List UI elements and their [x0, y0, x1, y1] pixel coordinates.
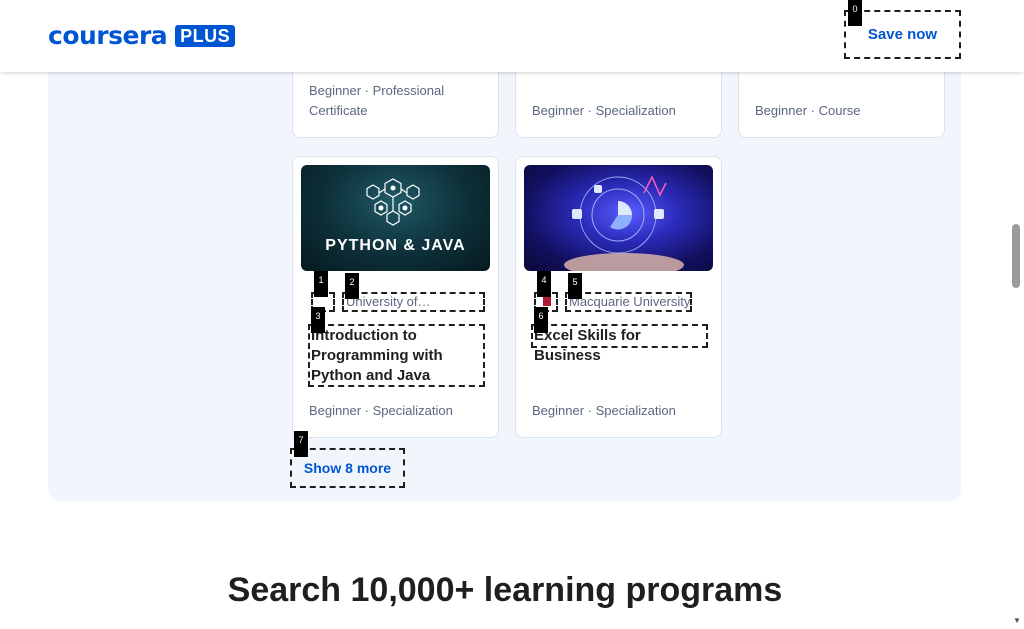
- card-meta: Beginner · Course: [755, 103, 861, 118]
- course-thumbnail: [524, 165, 713, 271]
- top-header: coursera PLUS Save now: [0, 0, 1024, 72]
- course-title[interactable]: Excel Skills for Business: [531, 324, 708, 364]
- annotation-tag: 0: [848, 0, 862, 26]
- scrollbar-thumb[interactable]: [1012, 224, 1020, 288]
- course-thumbnail: PYTHON & JAVA: [301, 165, 490, 271]
- logo-plus-badge: PLUS: [175, 25, 236, 47]
- scroll-down-arrow-icon[interactable]: ▼: [1013, 616, 1021, 625]
- card-meta: Beginner · Professional Certificate: [309, 83, 445, 118]
- partner-name: Macquarie University: [565, 292, 692, 312]
- annotation-tag: 1: [314, 271, 328, 297]
- coursera-plus-logo[interactable]: coursera PLUS: [48, 21, 236, 50]
- data-analytics-icon: [564, 175, 684, 271]
- annotation-tag: 2: [345, 273, 359, 299]
- search-heading: Search 10,000+ learning programs: [227, 571, 783, 609]
- course-title[interactable]: Introduction to Programming with Python …: [308, 324, 485, 387]
- card-meta: Beginner · Specialization: [532, 403, 676, 418]
- program-card-python-java[interactable]: PYTHON & JAVA University of… Introductio…: [292, 156, 499, 438]
- annotation-tag: 5: [568, 273, 582, 299]
- network-graph-icon: [366, 178, 420, 226]
- page-scrollbar[interactable]: ▲ ▼: [1009, 0, 1024, 629]
- thumbnail-caption: PYTHON & JAVA: [325, 237, 466, 254]
- annotation-tag: 3: [311, 307, 325, 333]
- program-card-excel[interactable]: Macquarie University Excel Skills for Bu…: [515, 156, 722, 438]
- annotation-tag: 6: [534, 307, 548, 333]
- logo-wordmark: coursera: [48, 21, 168, 50]
- annotation-tag: 7: [294, 431, 308, 457]
- partner-name: University of…: [342, 292, 485, 312]
- card-meta: Beginner · Specialization: [309, 403, 453, 418]
- card-meta: Beginner · Specialization: [532, 103, 676, 118]
- annotation-tag: 4: [537, 271, 551, 297]
